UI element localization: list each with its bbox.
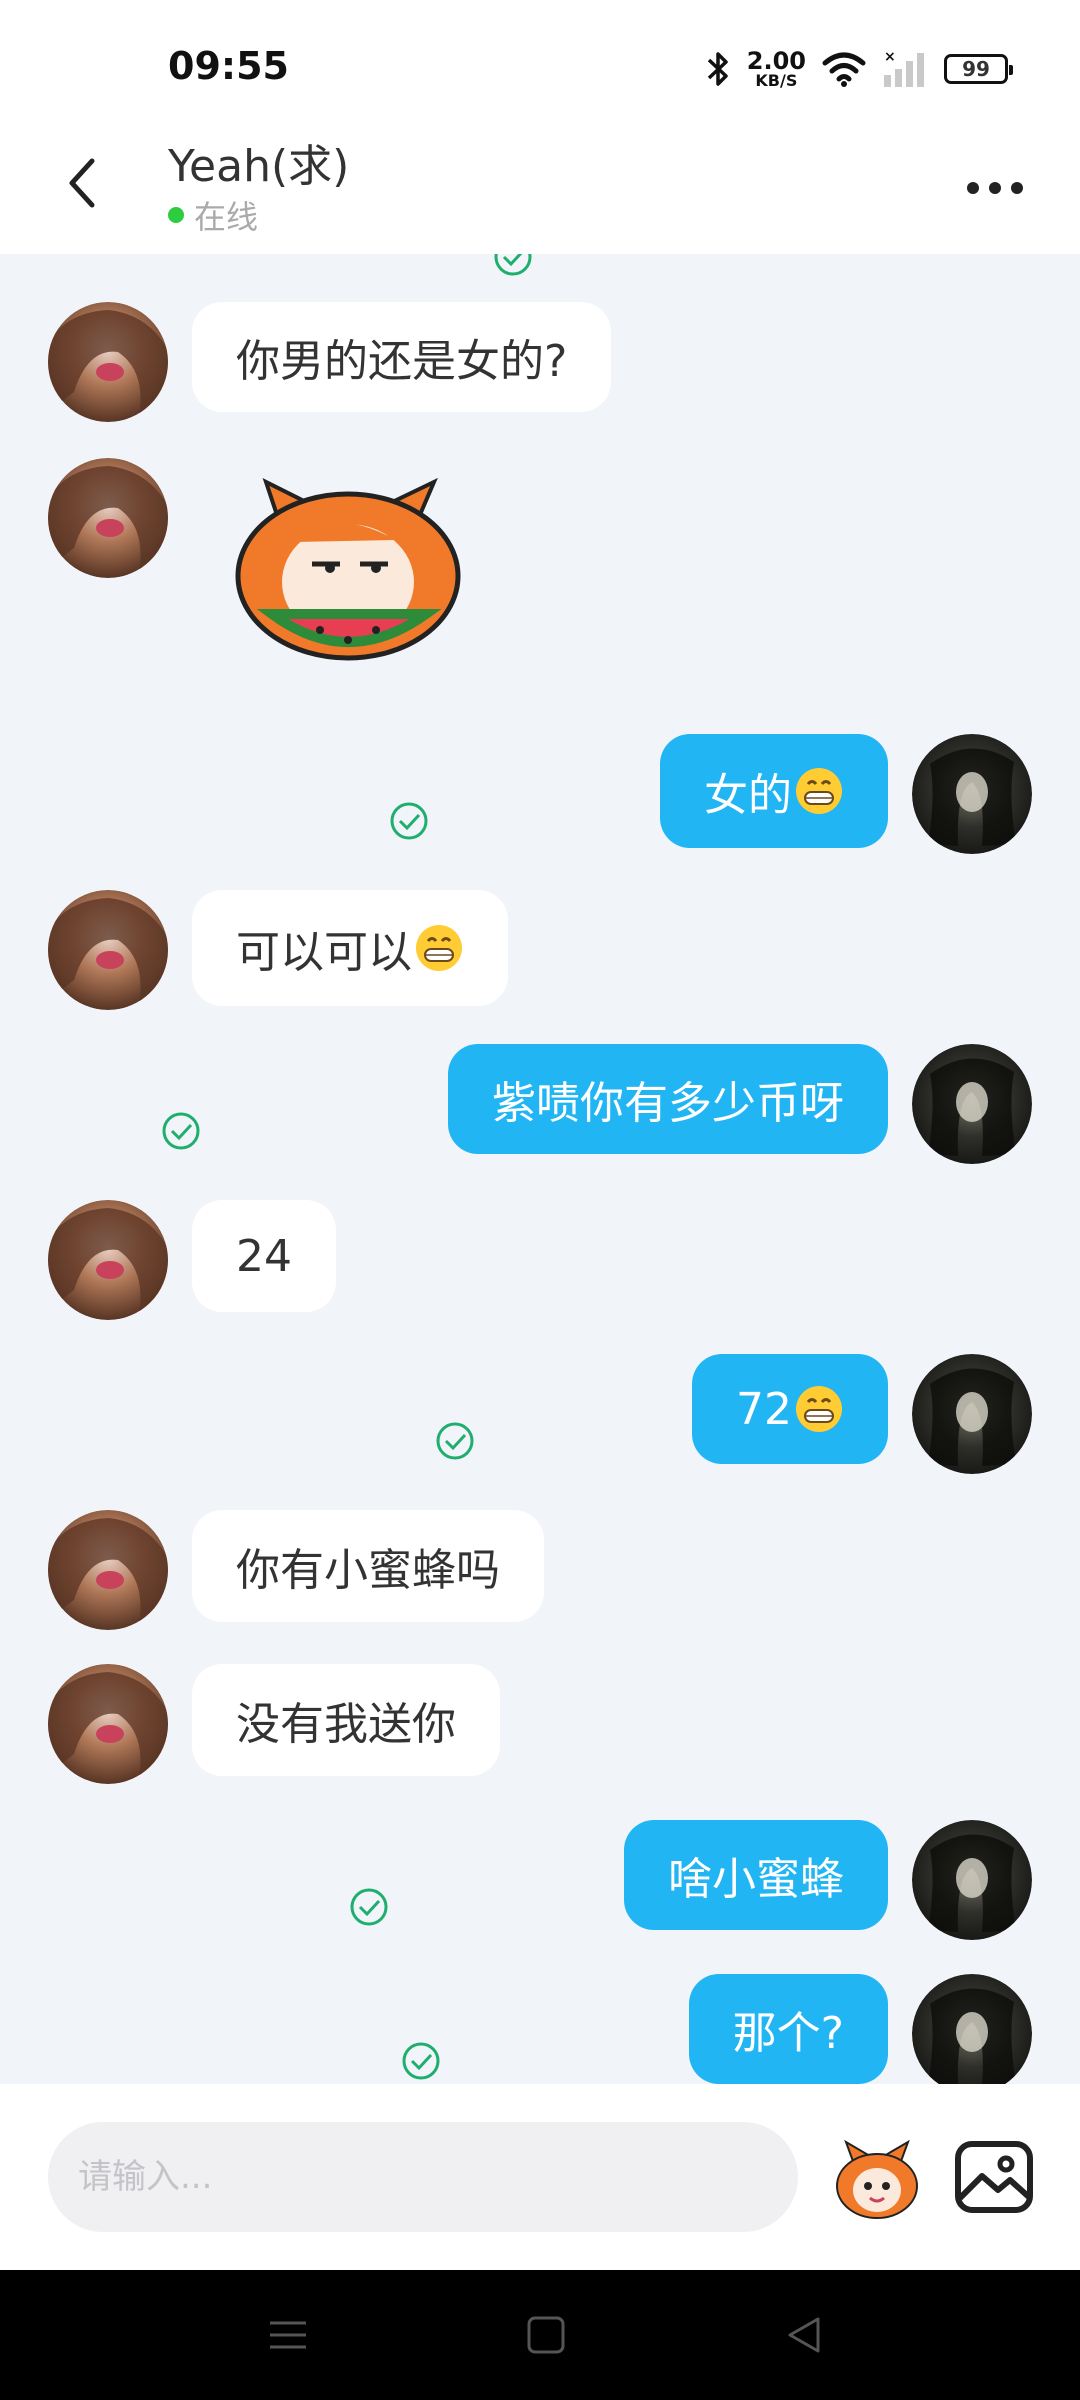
user-avatar[interactable] bbox=[912, 1044, 1032, 1164]
contact-avatar[interactable] bbox=[48, 1510, 168, 1630]
contact-avatar[interactable] bbox=[48, 1200, 168, 1320]
home-square-icon bbox=[527, 2316, 565, 2354]
message-text: 72 bbox=[736, 1383, 792, 1435]
nav-menu-button[interactable] bbox=[258, 2310, 318, 2360]
message-text: 你有小蜜蜂吗 bbox=[236, 1545, 500, 1596]
message-row: 没有我送你 bbox=[0, 1664, 1080, 1794]
svg-text:×: × bbox=[884, 49, 896, 65]
grin-emoji-icon bbox=[796, 768, 842, 814]
signal-icon: × bbox=[884, 49, 924, 87]
message-input[interactable] bbox=[48, 2122, 798, 2232]
sent-check-icon bbox=[494, 254, 532, 276]
outgoing-message-bubble[interactable]: 啥小蜜蜂 bbox=[624, 1820, 888, 1930]
message-row bbox=[0, 458, 1080, 698]
nav-back-button[interactable] bbox=[774, 2310, 834, 2360]
contact-avatar[interactable] bbox=[48, 1664, 168, 1784]
message-text: 没有我送你 bbox=[236, 1699, 456, 1750]
wifi-icon bbox=[822, 52, 866, 87]
sent-check-icon bbox=[350, 1888, 388, 1926]
message-text: 女的 bbox=[704, 770, 792, 821]
message-row: 女的 bbox=[0, 734, 1080, 864]
message-text: 24 bbox=[236, 1230, 292, 1282]
input-bar bbox=[0, 2084, 1080, 2270]
net-speed-value: 2.00 bbox=[746, 47, 806, 75]
message-text: 紫啧你有多少币呀 bbox=[492, 1078, 844, 1129]
back-triangle-icon bbox=[788, 2317, 820, 2353]
menu-icon bbox=[270, 2321, 306, 2349]
outgoing-message-bubble[interactable]: 72 bbox=[692, 1354, 888, 1464]
user-avatar[interactable] bbox=[912, 1354, 1032, 1474]
back-button[interactable] bbox=[52, 150, 112, 216]
incoming-message-bubble[interactable]: 24 bbox=[192, 1200, 336, 1312]
message-row: 紫啧你有多少币呀 bbox=[0, 1044, 1080, 1174]
message-text: 你男的还是女的? bbox=[236, 336, 568, 387]
more-dots-icon bbox=[967, 182, 1023, 194]
sent-check-icon bbox=[436, 1422, 474, 1460]
net-speed-unit: KB/S bbox=[755, 71, 798, 90]
message-row: 24 bbox=[0, 1200, 1080, 1330]
message-row: 啥小蜜蜂 bbox=[0, 1820, 1080, 1950]
user-avatar[interactable] bbox=[912, 1820, 1032, 1940]
presence-status: 在线 bbox=[168, 192, 258, 238]
outgoing-message-bubble[interactable]: 紫啧你有多少币呀 bbox=[448, 1044, 888, 1154]
contact-avatar[interactable] bbox=[48, 458, 168, 578]
chat-title: Yeah(求) bbox=[168, 141, 350, 192]
message-row: 你男的还是女的? bbox=[0, 302, 1080, 432]
sticker-emoji-button[interactable] bbox=[832, 2136, 922, 2222]
incoming-message-bubble[interactable]: 你有小蜜蜂吗 bbox=[192, 1510, 544, 1622]
message-row: 那个? bbox=[0, 1974, 1080, 2084]
incoming-message-bubble[interactable]: 你男的还是女的? bbox=[192, 302, 612, 412]
contact-avatar[interactable] bbox=[48, 302, 168, 422]
battery-icon: 99 bbox=[944, 54, 1013, 84]
outgoing-message-bubble[interactable]: 那个? bbox=[688, 1974, 888, 2084]
message-list[interactable]: 你男的还是女的? 女的 可以可以 紫啧你有多少币呀 24 72 你有小蜜蜂吗 没… bbox=[0, 254, 1080, 2084]
message-row: 你有小蜜蜂吗 bbox=[0, 1510, 1080, 1640]
back-arrow-icon bbox=[69, 158, 95, 208]
user-avatar[interactable] bbox=[912, 1974, 1032, 2084]
incoming-message-bubble[interactable]: 没有我送你 bbox=[192, 1664, 500, 1776]
status-time: 09:55 bbox=[168, 44, 289, 88]
chat-header: Yeah(求) 在线 bbox=[0, 120, 1080, 254]
contact-avatar[interactable] bbox=[48, 890, 168, 1010]
bluetooth-icon bbox=[707, 52, 728, 86]
presence-label: 在线 bbox=[194, 198, 259, 236]
online-dot-icon bbox=[168, 207, 184, 223]
sent-check-icon bbox=[162, 1112, 200, 1150]
message-text: 啥小蜜蜂 bbox=[668, 1854, 844, 1905]
message-row: 72 bbox=[0, 1354, 1080, 1484]
watermelon-cat-sticker[interactable] bbox=[220, 464, 480, 684]
sent-check-icon bbox=[390, 802, 428, 840]
message-row: 可以可以 bbox=[0, 890, 1080, 1020]
status-bar: 09:55 2.00 KB/S × 99 bbox=[0, 0, 1080, 120]
outgoing-message-bubble[interactable]: 女的 bbox=[660, 734, 888, 848]
message-text: 可以可以 bbox=[236, 927, 412, 978]
status-icons: 2.00 KB/S × 99 bbox=[705, 44, 1013, 94]
net-speed: 2.00 KB/S bbox=[747, 49, 806, 89]
system-nav-bar bbox=[0, 2270, 1080, 2400]
incoming-message-bubble[interactable]: 可以可以 bbox=[192, 890, 508, 1006]
grin-emoji-icon bbox=[416, 925, 462, 971]
message-text: 那个? bbox=[732, 2008, 844, 2059]
image-picker-button[interactable] bbox=[950, 2134, 1040, 2224]
grin-emoji-icon bbox=[796, 1386, 842, 1432]
sent-check-icon bbox=[402, 2042, 440, 2080]
more-options-button[interactable] bbox=[960, 158, 1030, 218]
user-avatar[interactable] bbox=[912, 734, 1032, 854]
nav-home-button[interactable] bbox=[516, 2310, 576, 2360]
